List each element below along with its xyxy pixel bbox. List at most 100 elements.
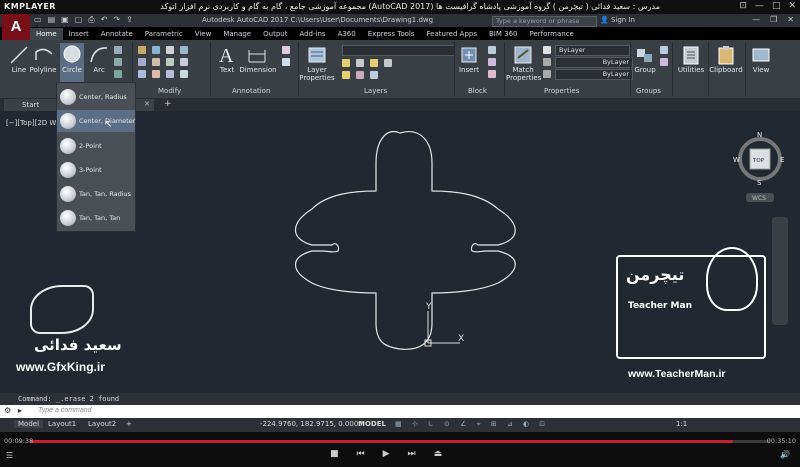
mirror-icon[interactable]	[152, 58, 160, 66]
utilities-button[interactable]	[680, 44, 702, 66]
drafting-toggles[interactable]: ▦ ⊹ ∟ ⊙ ∠ ⌖ ⊞ ⊿ ◐ ⊡	[395, 420, 549, 429]
app-minimize-icon[interactable]: —	[752, 15, 760, 24]
stretch-icon[interactable]	[138, 70, 146, 78]
offset-icon[interactable]	[180, 70, 188, 78]
maximize-icon[interactable]: □	[772, 1, 781, 11]
tab-add-ins[interactable]: Add-ins	[293, 28, 331, 40]
application-menu-button[interactable]: A	[2, 14, 30, 40]
app-close-icon[interactable]: ✕	[787, 15, 794, 24]
rectangle-icon[interactable]	[114, 46, 122, 54]
tab-insert[interactable]: Insert	[63, 28, 95, 40]
eject-icon[interactable]: ⏏	[434, 449, 443, 459]
dimension-tool-button[interactable]	[246, 44, 268, 66]
play-icon[interactable]: ▶	[383, 449, 390, 459]
layout-tab-model[interactable]: Model	[14, 420, 44, 428]
copy-icon[interactable]	[138, 58, 146, 66]
edit-block-icon[interactable]	[488, 58, 496, 66]
prev-icon[interactable]: ⏮	[357, 449, 365, 459]
group-button[interactable]	[634, 44, 656, 66]
insert-block-button[interactable]	[458, 44, 480, 66]
next-icon[interactable]: ⏭	[408, 449, 416, 459]
gradient-icon[interactable]	[114, 70, 122, 78]
linetype-dropdown[interactable]: ByLayer	[555, 69, 633, 80]
circle-center-diameter-option[interactable]: Center, Diameter	[57, 110, 135, 132]
tab-express-tools[interactable]: Express Tools	[362, 28, 421, 40]
file-tab-close-icon[interactable]: ✕	[144, 100, 150, 108]
rotate-icon[interactable]	[152, 46, 160, 54]
move-icon[interactable]	[138, 46, 146, 54]
erase-icon[interactable]	[180, 46, 188, 54]
circle-tan-tan-tan-option[interactable]: Tan, Tan, Tan	[57, 207, 135, 229]
table-icon[interactable]	[282, 58, 290, 66]
lineweight-dropdown[interactable]: ByLayer	[555, 57, 633, 68]
undo-icon[interactable]: ↶	[101, 15, 108, 25]
arc-tool-button[interactable]	[88, 44, 110, 66]
create-block-icon[interactable]	[488, 46, 496, 54]
circle-tool-button[interactable]	[60, 43, 84, 83]
tab-home[interactable]: Home	[30, 28, 63, 40]
layer-dropdown[interactable]	[342, 45, 455, 56]
layer-lock-icon[interactable]	[370, 59, 378, 67]
hatch-icon[interactable]	[114, 58, 122, 66]
lineweight-icon[interactable]	[543, 58, 551, 66]
wrench-icon[interactable]: ⚙	[4, 406, 11, 415]
minimize-icon[interactable]: —	[755, 1, 764, 11]
coordinates-display[interactable]: -224.9760, 182.9715, 0.0000	[260, 420, 363, 428]
new-tab-button[interactable]: +	[164, 99, 172, 109]
scale-icon[interactable]	[152, 70, 160, 78]
print-icon[interactable]: ⎙	[88, 15, 94, 25]
fillet-icon[interactable]	[166, 58, 174, 66]
line-tool-button[interactable]	[8, 44, 30, 66]
app-restore-icon[interactable]: ❐	[770, 15, 777, 24]
tab-view[interactable]: View	[189, 28, 218, 40]
layer-off-icon[interactable]	[356, 71, 364, 79]
ungroup-icon[interactable]	[660, 46, 668, 54]
array-icon[interactable]	[166, 70, 174, 78]
view-button[interactable]	[750, 44, 772, 66]
navigation-bar[interactable]	[772, 217, 788, 325]
save-icon[interactable]: ▣	[61, 15, 69, 25]
share-icon[interactable]: ⇪	[126, 15, 133, 25]
close-icon[interactable]: ✕	[788, 1, 796, 11]
circle-tan-tan-radius-option[interactable]: Tan, Tan, Radius	[57, 183, 135, 205]
model-space-toggle[interactable]: MODEL	[358, 420, 386, 428]
modify-panel-label[interactable]: Modify	[158, 87, 181, 95]
text-tool-button[interactable]: A	[216, 43, 238, 67]
edit-attributes-icon[interactable]	[488, 70, 496, 78]
tab-bim-360[interactable]: BIM 360	[483, 28, 524, 40]
stop-icon[interactable]: ■	[330, 449, 339, 459]
block-panel-label[interactable]: Block	[468, 87, 487, 95]
annotation-scale[interactable]: 1:1	[676, 420, 687, 428]
layer-match-icon[interactable]	[384, 59, 392, 67]
tab-output[interactable]: Output	[257, 28, 293, 40]
layer-iso-icon[interactable]	[342, 71, 350, 79]
layer-bulb-icon[interactable]	[342, 59, 350, 67]
command-line-input[interactable]: ⚙ ▸ Type a command	[0, 405, 800, 418]
pin-icon[interactable]: ⊡	[739, 1, 747, 11]
color-dropdown[interactable]: ByLayer	[555, 45, 630, 56]
properties-panel-label[interactable]: Properties	[544, 87, 579, 95]
explode-icon[interactable]	[180, 58, 188, 66]
group-edit-icon[interactable]	[660, 58, 668, 66]
volume-icon[interactable]: 🔊	[780, 450, 790, 459]
circle-center-radius-option[interactable]: Center, Radius	[57, 86, 135, 108]
polyline-tool-button[interactable]	[33, 44, 55, 66]
tab-manage[interactable]: Manage	[217, 28, 257, 40]
leader-icon[interactable]	[282, 46, 290, 54]
circle-3-point-option[interactable]: 3-Point	[57, 159, 135, 181]
open-icon[interactable]: ▤	[48, 15, 56, 25]
help-search-input[interactable]: Type a keyword or phrase	[492, 16, 597, 27]
add-layout-icon[interactable]: +	[126, 420, 132, 428]
trim-icon[interactable]	[166, 46, 174, 54]
viewcube[interactable]: TOP N S E W WCS	[733, 131, 784, 202]
tab-featured-apps[interactable]: Featured Apps	[421, 28, 483, 40]
annotation-panel-label[interactable]: Annotation	[232, 87, 270, 95]
circle-2-point-option[interactable]: 2-Point	[57, 135, 135, 157]
layer-prev-icon[interactable]	[370, 71, 378, 79]
layout-tab-layout2[interactable]: Layout2	[88, 420, 116, 428]
layers-panel-label[interactable]: Layers	[364, 87, 387, 95]
layer-properties-button[interactable]	[306, 44, 328, 66]
color-swatch-icon[interactable]	[543, 46, 551, 54]
tab-parametric[interactable]: Parametric	[139, 28, 189, 40]
layout-tab-layout1[interactable]: Layout1	[48, 420, 76, 428]
